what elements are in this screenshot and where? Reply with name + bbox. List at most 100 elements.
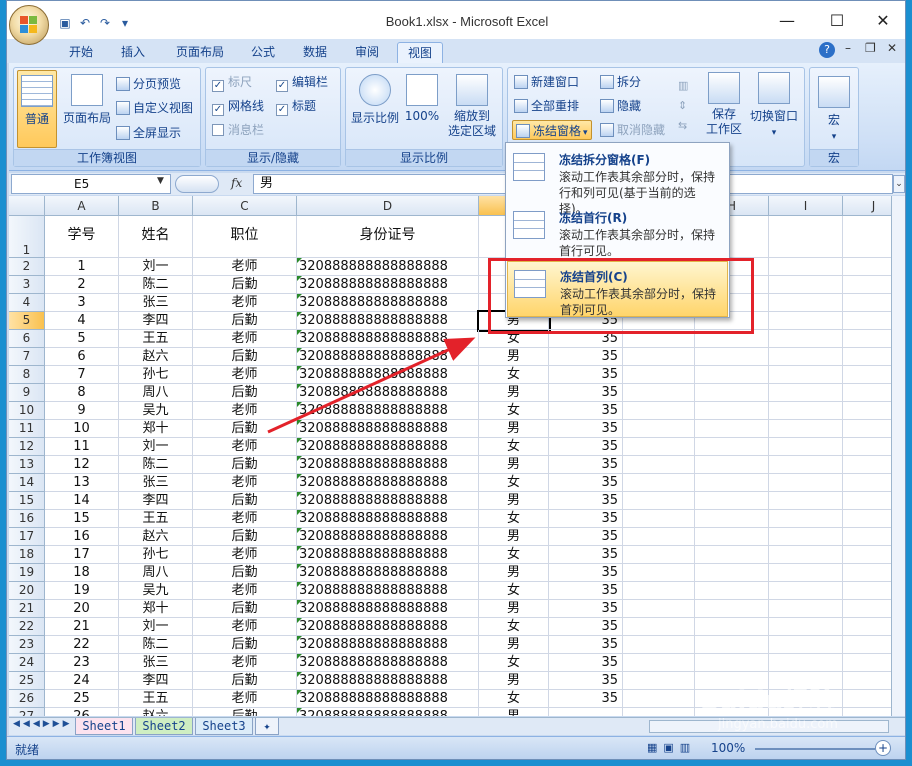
table-cell-f[interactable]: 35: [549, 456, 623, 474]
empty-cell[interactable]: [769, 384, 843, 402]
empty-cell[interactable]: [623, 366, 695, 384]
table-cell-d[interactable]: 320888888888888888: [297, 366, 479, 384]
table-cell-a[interactable]: 15: [45, 510, 119, 528]
table-cell-c[interactable]: 后勤: [193, 600, 297, 618]
table-cell-c[interactable]: 后勤: [193, 384, 297, 402]
tab-home[interactable]: 开始: [59, 42, 103, 63]
table-cell-f[interactable]: 35: [549, 348, 623, 366]
table-cell-a[interactable]: 17: [45, 546, 119, 564]
table-cell-a[interactable]: 12: [45, 456, 119, 474]
row-header[interactable]: 10: [9, 402, 45, 420]
redo-icon[interactable]: ↷: [97, 15, 113, 31]
table-cell-c[interactable]: 后勤: [193, 564, 297, 582]
empty-cell[interactable]: [623, 492, 695, 510]
empty-cell[interactable]: [695, 600, 769, 618]
empty-cell[interactable]: [695, 564, 769, 582]
table-cell-c[interactable]: 老师: [193, 474, 297, 492]
table-cell-d[interactable]: 320888888888888888: [297, 258, 479, 276]
headings-checkbox[interactable]: ✓ 标题: [276, 96, 316, 116]
side-by-side-icons[interactable]: ▥ ⇕ ⇆: [678, 76, 694, 136]
table-cell-f[interactable]: 35: [549, 402, 623, 420]
zoom-to-selection-button[interactable]: 缩放到 选定区域: [444, 74, 500, 139]
table-cell-c[interactable]: 老师: [193, 546, 297, 564]
empty-cell[interactable]: [769, 330, 843, 348]
table-cell-a[interactable]: 18: [45, 564, 119, 582]
freeze-first-column-item[interactable]: 冻结首列(C) 滚动工作表其余部分时，保持首列可见。: [507, 261, 728, 317]
table-cell-f[interactable]: 35: [549, 672, 623, 690]
table-cell-a[interactable]: 25: [45, 690, 119, 708]
table-cell-e[interactable]: 女: [479, 438, 549, 456]
table-cell-d[interactable]: 320888888888888888: [297, 456, 479, 474]
select-all-corner[interactable]: [9, 196, 45, 216]
table-cell-a[interactable]: 24: [45, 672, 119, 690]
table-cell-b[interactable]: 赵六: [119, 348, 193, 366]
table-cell-e[interactable]: 女: [479, 654, 549, 672]
table-cell-e[interactable]: 男: [479, 600, 549, 618]
table-cell-d[interactable]: 320888888888888888: [297, 276, 479, 294]
table-cell-f[interactable]: 35: [549, 420, 623, 438]
sheet-tab-1[interactable]: Sheet1: [75, 718, 133, 735]
table-cell-a[interactable]: 11: [45, 438, 119, 456]
table-cell-d[interactable]: 320888888888888888: [297, 582, 479, 600]
row-header[interactable]: 3: [9, 276, 45, 294]
table-cell-f[interactable]: 35: [549, 582, 623, 600]
view-mode-icons[interactable]: ▦▣▥: [647, 741, 696, 754]
empty-cell[interactable]: [623, 402, 695, 420]
row-header[interactable]: 7: [9, 348, 45, 366]
empty-cell[interactable]: [695, 420, 769, 438]
empty-cell[interactable]: [623, 654, 695, 672]
row-header[interactable]: 6: [9, 330, 45, 348]
empty-cell[interactable]: [695, 456, 769, 474]
column-header-b[interactable]: B: [119, 196, 193, 216]
column-header-i[interactable]: I: [769, 196, 843, 216]
ruler-checkbox[interactable]: ✓ 标尺: [212, 72, 252, 92]
table-cell-a[interactable]: 26: [45, 708, 119, 716]
table-cell-b[interactable]: 王五: [119, 690, 193, 708]
table-cell-a[interactable]: 23: [45, 654, 119, 672]
table-cell-b[interactable]: 刘一: [119, 258, 193, 276]
save-icon[interactable]: ▣: [57, 15, 73, 31]
table-cell-c[interactable]: 后勤: [193, 420, 297, 438]
empty-cell[interactable]: [695, 492, 769, 510]
table-cell-c[interactable]: 老师: [193, 654, 297, 672]
table-cell-c[interactable]: 老师: [193, 690, 297, 708]
new-window-button[interactable]: 新建窗口: [514, 72, 579, 92]
table-cell-b[interactable]: 张三: [119, 654, 193, 672]
save-workspace-button[interactable]: 保存 工作区: [704, 72, 744, 137]
empty-cell[interactable]: [623, 708, 695, 716]
table-cell-f[interactable]: 35: [549, 384, 623, 402]
empty-cell[interactable]: [769, 492, 843, 510]
row-header[interactable]: 24: [9, 654, 45, 672]
table-cell-b[interactable]: 陈二: [119, 456, 193, 474]
header-cell-c[interactable]: 职位: [193, 216, 297, 258]
table-cell-c[interactable]: 后勤: [193, 528, 297, 546]
table-cell-d[interactable]: 320888888888888888: [297, 330, 479, 348]
table-cell-b[interactable]: 周八: [119, 564, 193, 582]
table-cell-e[interactable]: 男: [479, 348, 549, 366]
table-cell-a[interactable]: 6: [45, 348, 119, 366]
empty-cell[interactable]: [623, 330, 695, 348]
insert-sheet-icon[interactable]: ✦: [255, 718, 279, 735]
table-cell-a[interactable]: 1: [45, 258, 119, 276]
empty-cell[interactable]: [623, 636, 695, 654]
table-cell-a[interactable]: 2: [45, 276, 119, 294]
table-cell-c[interactable]: 后勤: [193, 636, 297, 654]
row-header[interactable]: 2: [9, 258, 45, 276]
table-cell-d[interactable]: 320888888888888888: [297, 312, 479, 330]
sheet-tab-2[interactable]: Sheet2: [135, 718, 193, 735]
empty-cell[interactable]: [695, 618, 769, 636]
table-cell-f[interactable]: 35: [549, 690, 623, 708]
ribbon-close-icon[interactable]: ✕: [887, 41, 897, 55]
empty-cell[interactable]: [769, 276, 843, 294]
empty-cell[interactable]: [623, 564, 695, 582]
empty-cell[interactable]: [769, 654, 843, 672]
row-header[interactable]: 18: [9, 546, 45, 564]
table-cell-d[interactable]: 320888888888888888: [297, 402, 479, 420]
empty-cell[interactable]: [769, 438, 843, 456]
table-cell-a[interactable]: 3: [45, 294, 119, 312]
table-cell-c[interactable]: 后勤: [193, 348, 297, 366]
tab-insert[interactable]: 插入: [111, 42, 155, 63]
empty-cell[interactable]: [769, 216, 843, 258]
empty-cell[interactable]: [769, 582, 843, 600]
table-cell-b[interactable]: 刘一: [119, 618, 193, 636]
